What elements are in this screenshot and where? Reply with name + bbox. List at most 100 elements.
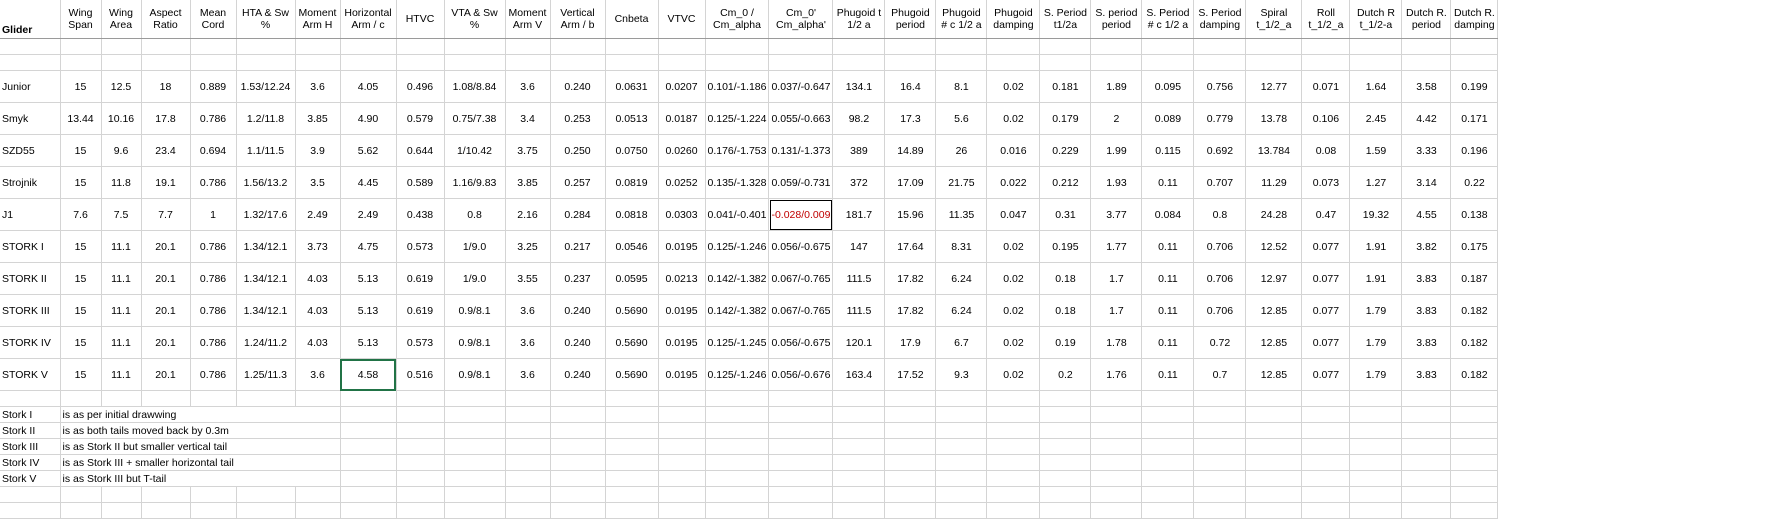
- empty-cell[interactable]: [236, 38, 296, 55]
- data-cell[interactable]: 5.6: [935, 102, 988, 135]
- data-cell[interactable]: 8.31: [935, 230, 988, 263]
- data-cell[interactable]: 0.142/-1.382: [705, 262, 770, 295]
- data-cell[interactable]: 0.041/-0.401: [705, 198, 770, 231]
- note-text-cell[interactable]: is as Stork III but T-tail: [60, 470, 295, 487]
- empty-cell[interactable]: [1349, 422, 1403, 439]
- data-cell[interactable]: 11.1: [101, 230, 142, 263]
- empty-cell[interactable]: [986, 438, 1041, 455]
- empty-cell[interactable]: [101, 486, 142, 503]
- empty-cell[interactable]: [832, 422, 886, 439]
- empty-cell[interactable]: [444, 422, 506, 439]
- data-cell[interactable]: 11.1: [101, 262, 142, 295]
- data-cell[interactable]: 0.5690: [605, 358, 659, 391]
- empty-cell[interactable]: [340, 38, 397, 55]
- empty-cell[interactable]: [505, 38, 551, 55]
- empty-cell[interactable]: [768, 486, 834, 503]
- data-cell[interactable]: 0.11: [1141, 230, 1195, 263]
- empty-cell[interactable]: [1401, 438, 1452, 455]
- data-cell[interactable]: 0.786: [190, 166, 237, 199]
- empty-cell[interactable]: [396, 486, 445, 503]
- data-cell[interactable]: 0.0195: [658, 326, 706, 359]
- empty-cell[interactable]: [1090, 390, 1143, 407]
- header-cell[interactable]: Roll t_1/2_a: [1301, 0, 1351, 39]
- data-cell[interactable]: 17.09: [884, 166, 937, 199]
- note-text-cell[interactable]: is as both tails moved back by 0.3m: [60, 422, 295, 439]
- empty-cell[interactable]: [1401, 54, 1452, 71]
- empty-cell[interactable]: [1245, 390, 1303, 407]
- header-cell[interactable]: Dutch Rt_1/2-a: [1349, 0, 1403, 39]
- data-cell[interactable]: 15: [60, 134, 102, 167]
- header-cell[interactable]: HTA & Sw%: [236, 0, 296, 39]
- data-cell[interactable]: 0.579: [396, 102, 445, 135]
- data-cell[interactable]: 0.182: [1450, 326, 1499, 359]
- data-cell[interactable]: 1.56/13.2: [236, 166, 296, 199]
- data-cell[interactable]: 0.619: [396, 262, 445, 295]
- empty-cell[interactable]: [1039, 470, 1092, 487]
- data-cell[interactable]: 17.3: [884, 102, 937, 135]
- header-cell[interactable]: Phugoid t 1/2 a: [832, 0, 886, 39]
- data-cell[interactable]: 3.6: [505, 70, 551, 103]
- empty-cell[interactable]: [605, 486, 659, 503]
- data-cell[interactable]: 1.7: [1090, 294, 1143, 327]
- empty-cell[interactable]: [295, 438, 341, 455]
- data-cell[interactable]: 3.82: [1401, 230, 1452, 263]
- data-cell[interactable]: 21.75: [935, 166, 988, 199]
- data-cell[interactable]: 3.6: [505, 326, 551, 359]
- empty-cell[interactable]: [1401, 38, 1452, 55]
- data-cell[interactable]: 0.077: [1301, 358, 1351, 391]
- data-cell[interactable]: 12.85: [1245, 358, 1303, 391]
- header-cell[interactable]: Dutch R. damping: [1450, 0, 1499, 39]
- empty-cell[interactable]: [1301, 486, 1351, 503]
- empty-cell[interactable]: [295, 486, 341, 503]
- data-cell[interactable]: 0.694: [190, 134, 237, 167]
- data-cell[interactable]: 0.02: [986, 102, 1041, 135]
- empty-cell[interactable]: [550, 406, 606, 423]
- data-cell[interactable]: 0.071: [1301, 70, 1351, 103]
- empty-cell[interactable]: [190, 486, 237, 503]
- data-cell[interactable]: 0.077: [1301, 262, 1351, 295]
- empty-cell[interactable]: [101, 38, 142, 55]
- data-cell[interactable]: 15: [60, 166, 102, 199]
- empty-cell[interactable]: [986, 406, 1041, 423]
- data-cell[interactable]: 20.1: [141, 326, 191, 359]
- data-cell[interactable]: 0.240: [550, 358, 606, 391]
- data-cell[interactable]: 15: [60, 358, 102, 391]
- empty-cell[interactable]: [1349, 38, 1403, 55]
- empty-cell[interactable]: [295, 390, 341, 407]
- data-cell[interactable]: 0.0195: [658, 358, 706, 391]
- data-cell[interactable]: 17.64: [884, 230, 937, 263]
- data-cell[interactable]: 13.784: [1245, 134, 1303, 167]
- data-cell[interactable]: 3.14: [1401, 166, 1452, 199]
- empty-cell[interactable]: [550, 422, 606, 439]
- data-cell[interactable]: 4.05: [340, 70, 397, 103]
- empty-cell[interactable]: [396, 54, 445, 71]
- empty-cell[interactable]: [768, 454, 834, 471]
- data-cell[interactable]: 3.9: [295, 134, 341, 167]
- empty-cell[interactable]: [505, 486, 551, 503]
- data-cell[interactable]: 7.6: [60, 198, 102, 231]
- data-cell[interactable]: 0.706: [1193, 294, 1247, 327]
- glider-name-cell[interactable]: J1: [0, 198, 61, 231]
- data-cell[interactable]: 1: [190, 198, 237, 231]
- empty-cell[interactable]: [1193, 486, 1247, 503]
- empty-cell[interactable]: [1193, 422, 1247, 439]
- data-cell[interactable]: 0.2: [1039, 358, 1092, 391]
- empty-cell[interactable]: [605, 390, 659, 407]
- data-cell[interactable]: 3.6: [295, 358, 341, 391]
- empty-cell[interactable]: [1090, 438, 1143, 455]
- data-cell[interactable]: 0.11: [1141, 326, 1195, 359]
- data-cell[interactable]: 0.101/-1.186: [705, 70, 770, 103]
- data-cell[interactable]: 3.75: [505, 134, 551, 167]
- glider-name-cell[interactable]: SZD55: [0, 134, 61, 167]
- empty-cell[interactable]: [832, 38, 886, 55]
- data-cell[interactable]: 0.786: [190, 358, 237, 391]
- data-cell[interactable]: 147: [832, 230, 886, 263]
- data-cell[interactable]: 12.5: [101, 70, 142, 103]
- empty-cell[interactable]: [1141, 422, 1195, 439]
- data-cell[interactable]: 0.08: [1301, 134, 1351, 167]
- data-cell[interactable]: 4.42: [1401, 102, 1452, 135]
- header-cell[interactable]: Phugoid damping: [986, 0, 1041, 39]
- data-cell[interactable]: 20.1: [141, 358, 191, 391]
- data-cell[interactable]: 13.44: [60, 102, 102, 135]
- empty-cell[interactable]: [832, 406, 886, 423]
